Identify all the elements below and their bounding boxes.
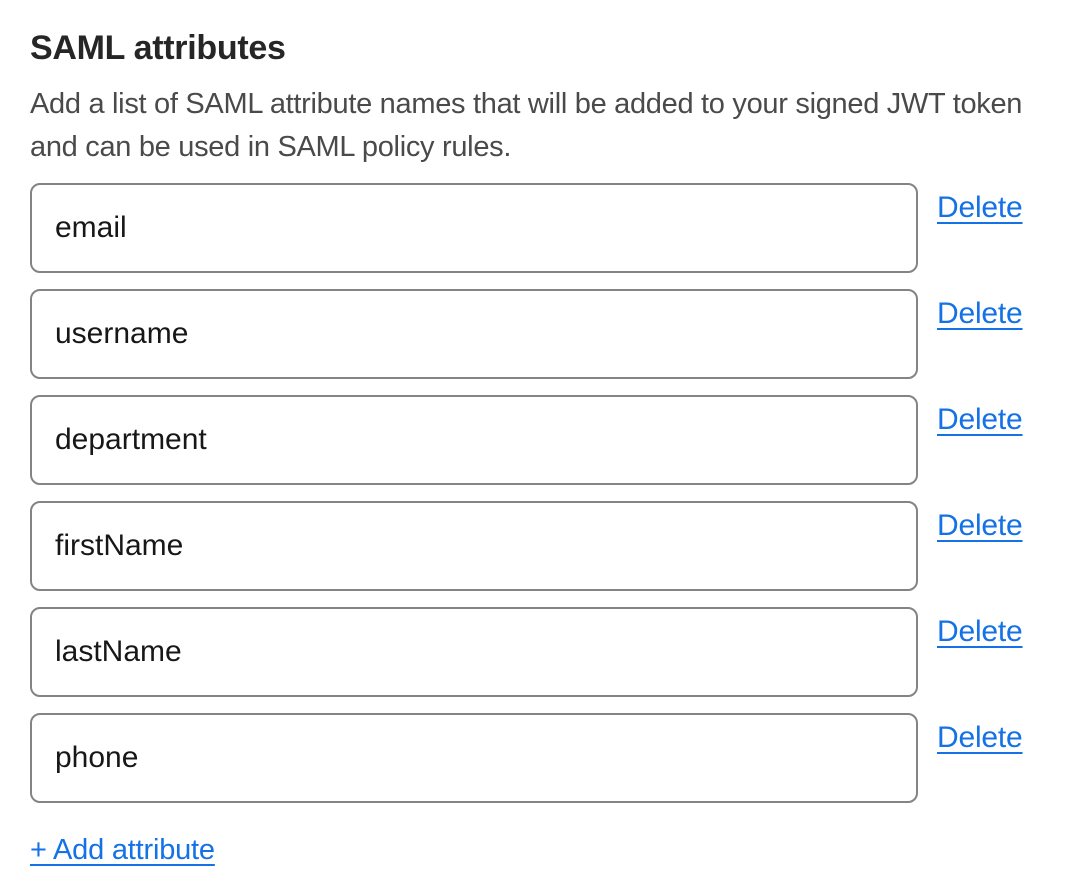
attribute-row: Delete xyxy=(30,289,1046,379)
attribute-list: Delete Delete Delete Delete Delete Delet… xyxy=(30,183,1046,803)
delete-attribute-link[interactable]: Delete xyxy=(937,298,1023,330)
attribute-row: Delete xyxy=(30,607,1046,697)
saml-attributes-section: SAML attributes Add a list of SAML attri… xyxy=(0,0,1066,868)
delete-attribute-link[interactable]: Delete xyxy=(937,192,1023,224)
attribute-name-input[interactable] xyxy=(30,289,918,379)
delete-attribute-link[interactable]: Delete xyxy=(937,404,1023,436)
attribute-row: Delete xyxy=(30,501,1046,591)
attribute-row: Delete xyxy=(30,395,1046,485)
delete-attribute-link[interactable]: Delete xyxy=(937,722,1023,754)
section-description: Add a list of SAML attribute names that … xyxy=(30,83,1046,169)
delete-attribute-link[interactable]: Delete xyxy=(937,616,1023,648)
attribute-name-input[interactable] xyxy=(30,713,918,803)
attribute-name-input[interactable] xyxy=(30,183,918,273)
attribute-name-input[interactable] xyxy=(30,395,918,485)
attribute-name-input[interactable] xyxy=(30,501,918,591)
attribute-row: Delete xyxy=(30,713,1046,803)
section-title: SAML attributes xyxy=(30,28,1046,69)
add-attribute-link[interactable]: + Add attribute xyxy=(30,832,215,868)
attribute-row: Delete xyxy=(30,183,1046,273)
attribute-name-input[interactable] xyxy=(30,607,918,697)
delete-attribute-link[interactable]: Delete xyxy=(937,510,1023,542)
